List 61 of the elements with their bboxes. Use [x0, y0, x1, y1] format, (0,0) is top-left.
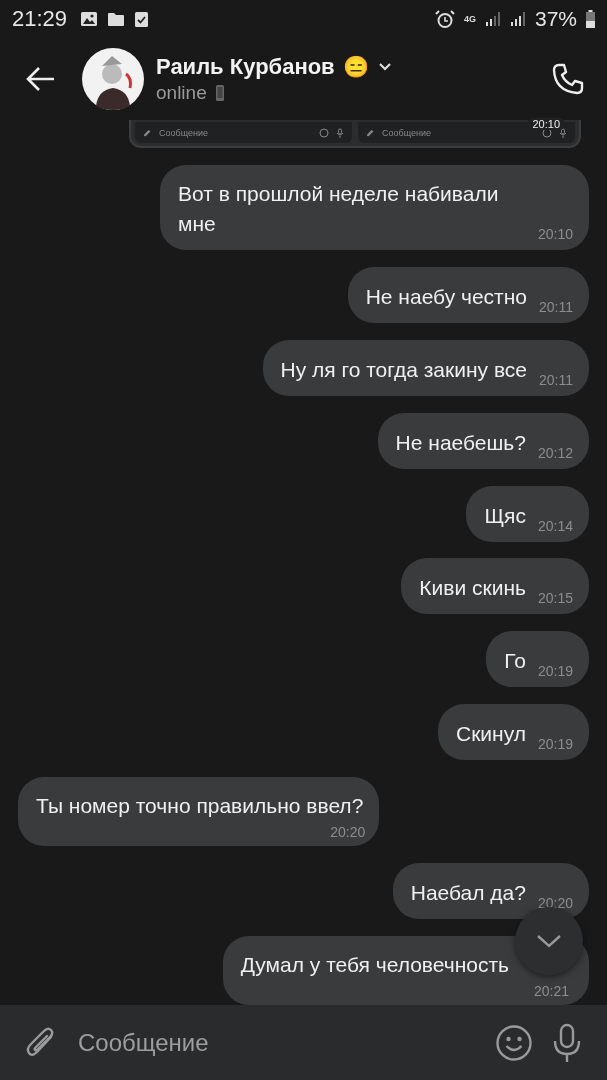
message-composer[interactable]: Сообщение	[0, 1005, 607, 1080]
chevron-down-icon[interactable]	[376, 62, 393, 72]
signal-icon	[484, 11, 501, 27]
signal-icon	[509, 11, 526, 27]
message-text: Киви скинь	[419, 575, 526, 602]
microphone-icon	[559, 127, 567, 138]
message-time: 20:20	[537, 895, 573, 912]
phone-device-icon	[214, 84, 225, 102]
message-bubble[interactable]: Ну ля го тогда закину все 20:11	[262, 339, 589, 396]
alarm-icon	[434, 9, 455, 29]
status-time: 21:29	[12, 6, 68, 32]
microphone-icon[interactable]	[551, 1022, 583, 1063]
message-text: Щяс	[484, 502, 526, 529]
battery-percent: 37%	[534, 7, 577, 31]
message-text: Скинул	[455, 721, 526, 748]
message-time: 20:21	[533, 982, 569, 999]
online-status: online	[156, 82, 207, 104]
contact-name[interactable]: Раиль Курбанов	[156, 54, 335, 80]
image-icon	[80, 11, 99, 27]
message-bubble[interactable]: Ты номер точно правильно ввел? 20:20	[18, 777, 380, 847]
message-text: Вот в прошлой неделе набивали мне	[178, 180, 500, 237]
message-time: 20:10	[537, 225, 573, 242]
message-text: Ты номер точно правильно ввел?	[36, 793, 364, 820]
message-time: 20:20	[330, 824, 366, 841]
message-bubble[interactable]: Вот в прошлой неделе набивали мне 20:10	[160, 164, 589, 250]
message-time: 20:19	[537, 736, 573, 753]
battery-icon	[586, 10, 595, 28]
folder-icon	[107, 11, 126, 27]
message-bubble[interactable]: Не наебу честно 20:11	[347, 266, 589, 323]
message-bubble[interactable]: Го 20:19	[486, 631, 589, 688]
screenshot-image[interactable]: Сообщение Сообщение 20:10	[129, 120, 581, 148]
back-arrow-icon	[26, 66, 56, 92]
image-time: 20:10	[527, 118, 565, 130]
mini-placeholder: Сообщение	[382, 127, 432, 138]
message-bubble[interactable]: Щяс 20:14	[466, 485, 589, 542]
message-text: Го	[504, 648, 526, 675]
message-input[interactable]: Сообщение	[76, 1027, 477, 1058]
message-bubble[interactable]: Думал у тебя человечность 20:21	[222, 935, 589, 1005]
message-bubble[interactable]: Наебал да? 20:20	[392, 863, 589, 920]
message-text: Наебал да?	[410, 880, 526, 907]
message-bubble[interactable]: Киви скинь 20:15	[401, 558, 589, 615]
mini-placeholder: Сообщение	[159, 127, 209, 138]
emoji: 😑	[342, 55, 369, 79]
message-bubble[interactable]: Скинул 20:19	[437, 704, 589, 761]
message-time: 20:11	[539, 298, 573, 315]
phone-icon	[551, 62, 585, 96]
message-text: Думал у тебя человечность	[240, 951, 509, 978]
message-time: 20:12	[537, 444, 573, 461]
avatar-icon	[82, 48, 144, 110]
message-bubble[interactable]: Не наебешь? 20:12	[377, 412, 589, 469]
message-text: Не наебешь?	[395, 429, 526, 456]
network-type: 4G	[463, 14, 476, 24]
microphone-icon	[336, 127, 344, 138]
message-time: 20:15	[537, 590, 573, 607]
message-text: Не наебу честно	[365, 283, 527, 310]
message-time: 20:11	[539, 371, 573, 388]
checkbox-icon	[134, 10, 150, 28]
message-time: 20:14	[537, 517, 573, 534]
message-text: Ну ля го тогда закину все	[280, 356, 527, 383]
message-time: 20:19	[537, 663, 573, 680]
chevron-down-icon	[535, 933, 563, 949]
